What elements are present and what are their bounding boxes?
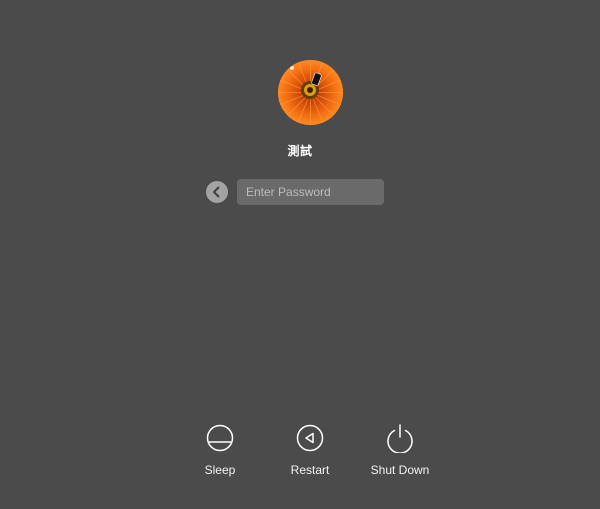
flower-image [278, 60, 343, 125]
restart-button[interactable]: Restart [270, 423, 350, 477]
password-input[interactable] [237, 179, 384, 205]
sleep-icon [205, 423, 235, 453]
sleep-label: Sleep [204, 463, 236, 477]
sleep-button[interactable]: Sleep [180, 423, 260, 477]
user-avatar [278, 60, 343, 125]
shut-down-label: Shut Down [370, 463, 430, 477]
shut-down-button[interactable]: Shut Down [360, 423, 440, 477]
restart-icon [295, 423, 325, 453]
login-screen: 測試 Sleep Restart Shut Down [0, 0, 600, 509]
chevron-left-icon [213, 186, 220, 198]
back-button[interactable] [206, 181, 228, 203]
restart-label: Restart [290, 463, 330, 477]
username-label: 測試 [287, 144, 313, 158]
power-icon [385, 423, 415, 453]
